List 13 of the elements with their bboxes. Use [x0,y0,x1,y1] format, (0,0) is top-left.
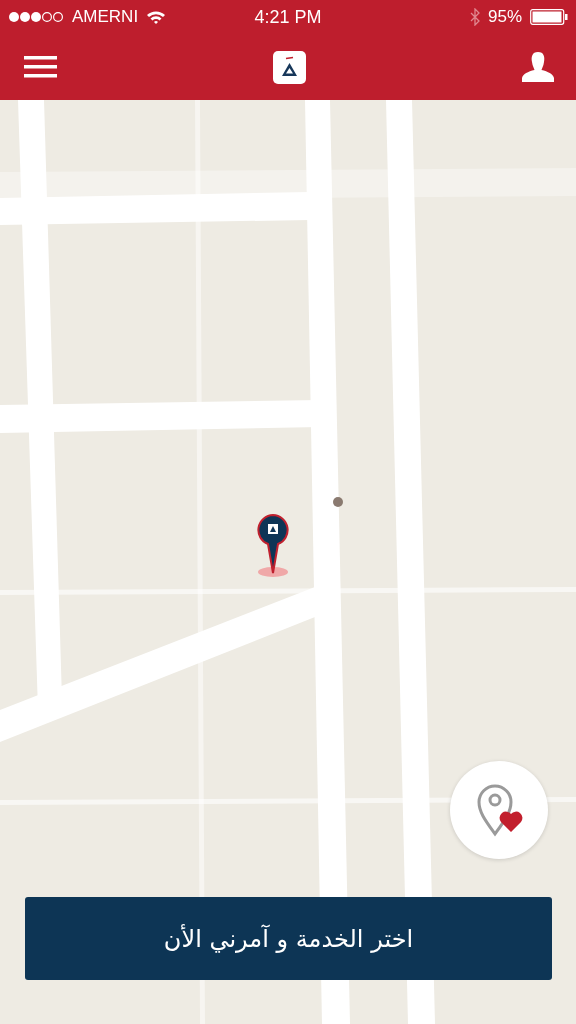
carrier-name: AMERNI [72,7,139,27]
bluetooth-icon [469,8,480,26]
order-now-button[interactable]: اختر الخدمة و آمرني الأن [25,897,552,980]
menu-button[interactable] [24,55,57,79]
signal-icon [8,11,64,23]
location-pin-icon [256,514,290,578]
app-logo [273,50,306,84]
status-time: 4:21 PM [254,6,322,28]
profile-button[interactable] [522,52,554,82]
battery-percent: 95% [487,7,522,27]
wifi-icon [146,9,167,25]
battery-icon [530,9,568,25]
pin-heart-icon [475,782,523,838]
